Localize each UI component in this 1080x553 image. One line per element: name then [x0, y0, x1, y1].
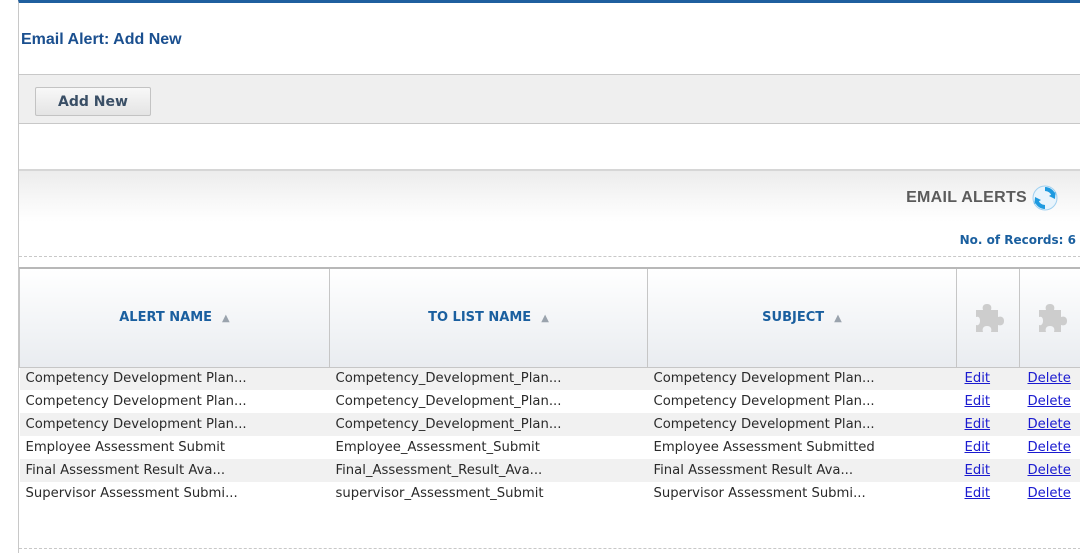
table-row: Employee Assessment Submit Employee_Asse…: [19, 436, 1080, 459]
table-row: Final Assessment Result Ava... Final_Ass…: [19, 459, 1080, 482]
divider: [19, 548, 1080, 549]
cell-alert-name: Competency Development Plan...: [19, 413, 330, 436]
cell-to-list-name: Competency_Development_Plan...: [329, 413, 648, 436]
email-alerts-table: ALERT NAME ▲ TO LIST NAME ▲ SUBJECT ▲ Co…: [19, 267, 1080, 505]
puzzle-piece-icon: [976, 303, 1004, 332]
records-label: No. of Records:: [959, 233, 1064, 247]
sort-arrow-icon: ▲: [222, 313, 230, 325]
toolbar: Add New: [19, 74, 1080, 124]
edit-link[interactable]: Edit: [965, 371, 991, 386]
cell-to-list-name: supervisor_Assessment_Submit: [329, 482, 648, 505]
cell-to-list-name: Competency_Development_Plan...: [329, 367, 648, 390]
delete-link[interactable]: Delete: [1028, 463, 1071, 478]
delete-link[interactable]: Delete: [1028, 440, 1071, 455]
cell-alert-name: Employee Assessment Submit: [19, 436, 330, 459]
add-new-button[interactable]: Add New: [35, 87, 151, 116]
column-header-label: TO LIST NAME: [428, 310, 532, 326]
cell-alert-name: Supervisor Assessment Submi...: [19, 482, 330, 505]
delete-link[interactable]: Delete: [1028, 371, 1071, 386]
table-row: Competency Development Plan... Competenc…: [19, 390, 1080, 413]
edit-link[interactable]: Edit: [965, 486, 991, 501]
edit-link[interactable]: Edit: [965, 394, 991, 409]
table-header-row: ALERT NAME ▲ TO LIST NAME ▲ SUBJECT ▲: [19, 267, 1080, 368]
cell-to-list-name: Employee_Assessment_Submit: [329, 436, 648, 459]
cell-to-list-name: Final_Assessment_Result_Ava...: [329, 459, 648, 482]
cell-alert-name: Final Assessment Result Ava...: [19, 459, 330, 482]
table-row: Competency Development Plan... Competenc…: [19, 367, 1080, 390]
edit-link[interactable]: Edit: [965, 440, 991, 455]
cell-to-list-name: Competency_Development_Plan...: [329, 390, 648, 413]
page-title: Email Alert: Add New: [21, 31, 182, 48]
sort-arrow-icon: ▲: [541, 313, 549, 325]
records-count: No. of Records: 6: [960, 233, 1076, 247]
column-header-label: SUBJECT: [762, 310, 825, 326]
email-alert-panel: Email Alert: Add New Add New EMAIL ALERT…: [18, 0, 1080, 553]
delete-link[interactable]: Delete: [1028, 417, 1071, 432]
section-title: EMAIL ALERTS: [906, 189, 1027, 206]
cell-subject: Competency Development Plan...: [647, 413, 957, 436]
delete-link[interactable]: Delete: [1028, 394, 1071, 409]
column-header-to-list-name[interactable]: TO LIST NAME ▲: [329, 267, 648, 368]
cell-subject: Final Assessment Result Ava...: [647, 459, 957, 482]
divider: [19, 256, 1080, 257]
email-alerts-header: EMAIL ALERTS: [19, 169, 1080, 222]
refresh-icon[interactable]: [1031, 184, 1059, 212]
records-value: 6: [1067, 233, 1076, 247]
cell-subject: Competency Development Plan...: [647, 390, 957, 413]
cell-subject: Employee Assessment Submitted: [647, 436, 957, 459]
column-header-label: ALERT NAME: [119, 310, 213, 326]
edit-link[interactable]: Edit: [965, 463, 991, 478]
cell-subject: Supervisor Assessment Submi...: [647, 482, 957, 505]
column-header-delete: [1019, 267, 1080, 368]
cell-alert-name: Competency Development Plan...: [19, 367, 330, 390]
column-header-subject[interactable]: SUBJECT ▲: [647, 267, 957, 368]
sort-arrow-icon: ▲: [834, 313, 842, 325]
puzzle-piece-icon: [1038, 303, 1067, 332]
cell-alert-name: Competency Development Plan...: [19, 390, 330, 413]
column-header-alert-name[interactable]: ALERT NAME ▲: [19, 267, 330, 368]
table-row: Competency Development Plan... Competenc…: [19, 413, 1080, 436]
edit-link[interactable]: Edit: [965, 417, 991, 432]
table-row: Supervisor Assessment Submi... superviso…: [19, 482, 1080, 505]
cell-subject: Competency Development Plan...: [647, 367, 957, 390]
delete-link[interactable]: Delete: [1028, 486, 1071, 501]
column-header-edit: [956, 267, 1020, 368]
